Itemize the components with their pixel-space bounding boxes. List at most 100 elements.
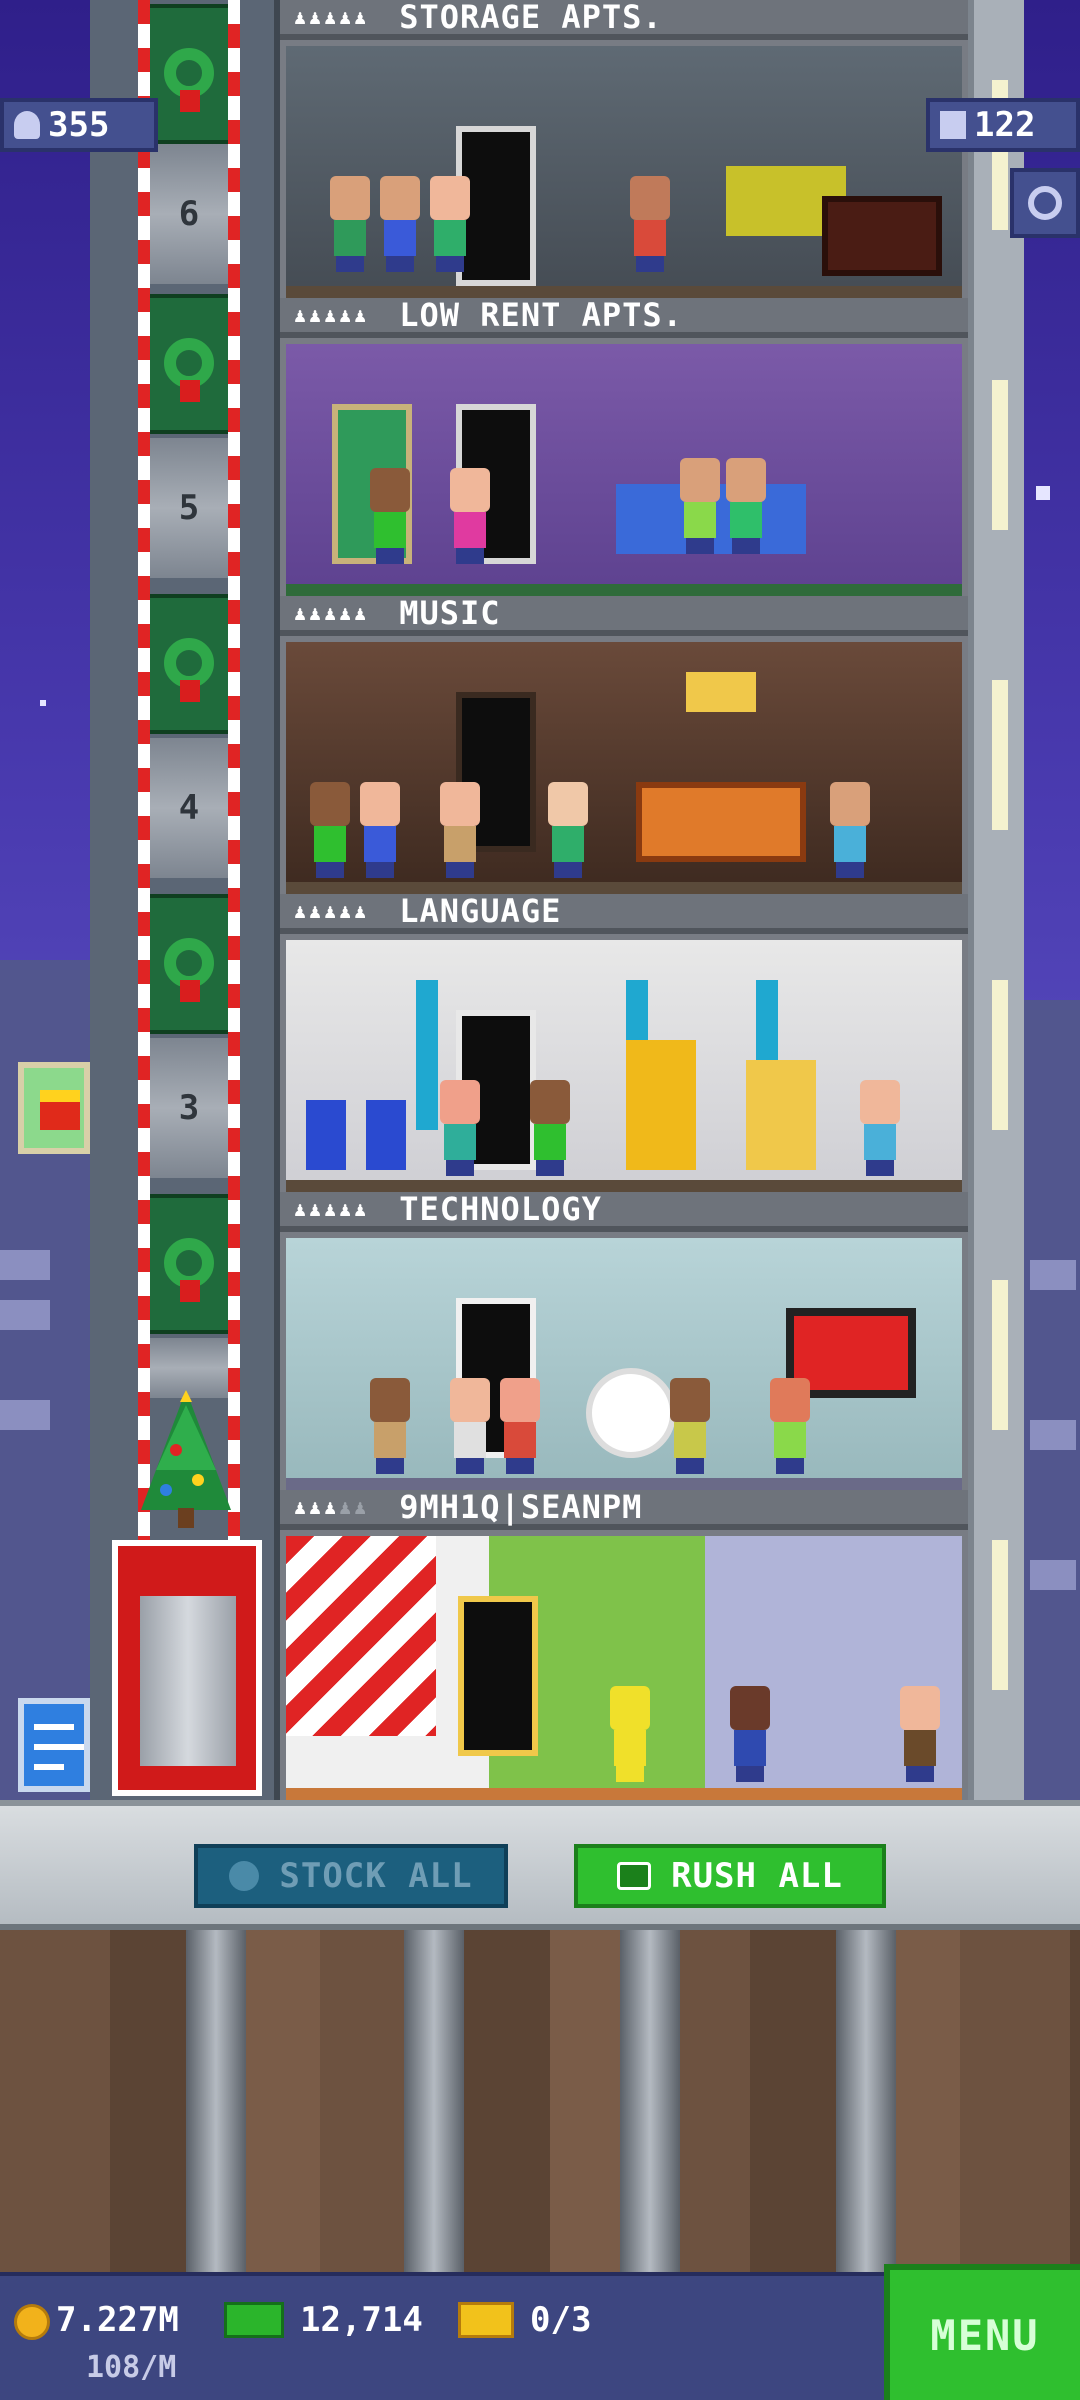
bitizen[interactable] bbox=[446, 468, 494, 564]
floor-room bbox=[286, 46, 962, 292]
rush-all-button[interactable]: RUSH ALL bbox=[574, 1844, 886, 1908]
floor-custom-9mh1q[interactable]: ♟♟♟♟♟ 9MH1Q|SEANPM bbox=[280, 1488, 968, 1800]
bitizen[interactable] bbox=[306, 782, 354, 878]
tower-pillar-right bbox=[968, 0, 1024, 1800]
bux-icon bbox=[617, 1862, 652, 1890]
pillar-light bbox=[992, 1280, 1008, 1430]
elevator-floor-label: 6 bbox=[150, 144, 228, 284]
candy-cane-cable-left bbox=[138, 0, 150, 1580]
wreath-icon bbox=[146, 894, 232, 1034]
city-building-right bbox=[1024, 1000, 1080, 1800]
population-value: 355 bbox=[48, 105, 110, 145]
foundation-pipe bbox=[620, 1930, 680, 2272]
bitizen[interactable] bbox=[366, 1378, 414, 1474]
person-icon bbox=[14, 111, 40, 139]
floor-ground bbox=[286, 882, 962, 894]
bitizen[interactable] bbox=[626, 176, 674, 272]
floor-stars: ♟♟♟♟♟ bbox=[294, 5, 370, 29]
floor-technology[interactable]: ♟♟♟♟♟ TECHNOLOGY bbox=[280, 1190, 968, 1490]
floor-ground bbox=[286, 1788, 962, 1800]
floor-header: ♟♟♟♟♟ 9MH1Q|SEANPM bbox=[280, 1488, 968, 1530]
bitizen[interactable] bbox=[376, 176, 424, 272]
floors-value: 122 bbox=[974, 105, 1036, 145]
document-billboard[interactable] bbox=[18, 1698, 90, 1792]
candy-cane-cable-right bbox=[228, 0, 240, 1580]
city-window bbox=[1030, 1560, 1076, 1590]
floors-counter[interactable]: 122 bbox=[926, 98, 1080, 152]
floor-stars: ♟♟♟♟♟ bbox=[294, 1495, 370, 1519]
wreath-icon bbox=[146, 1194, 232, 1334]
action-bar: STOCK ALL RUSH ALL bbox=[0, 1800, 1080, 1930]
bitizen[interactable] bbox=[726, 1686, 774, 1782]
wreath-icon bbox=[146, 594, 232, 734]
wreath-icon bbox=[146, 4, 232, 144]
vase bbox=[306, 1100, 346, 1170]
bitizen[interactable] bbox=[766, 1378, 814, 1474]
floor-low-rent-apts[interactable]: ♟♟♟♟♟ LOW RENT APTS. bbox=[280, 296, 968, 596]
bitizen[interactable] bbox=[356, 782, 404, 878]
floor-name: LANGUAGE bbox=[399, 892, 562, 930]
menu-button[interactable]: MENU bbox=[884, 2264, 1080, 2400]
stock-all-button[interactable]: STOCK ALL bbox=[194, 1844, 508, 1908]
floor-ground bbox=[286, 584, 962, 596]
coin-icon bbox=[14, 2304, 50, 2340]
floor-room bbox=[286, 1536, 962, 1794]
lobby-elevator[interactable] bbox=[112, 1540, 262, 1796]
bux-icon bbox=[224, 2302, 284, 2338]
city-window bbox=[0, 1250, 50, 1280]
floor-header: ♟♟♟♟♟ TECHNOLOGY bbox=[280, 1190, 968, 1232]
underground-dirt bbox=[0, 1930, 1080, 2272]
floor-room bbox=[286, 344, 962, 590]
bitizen[interactable] bbox=[544, 782, 592, 878]
floor-header: ♟♟♟♟♟ LOW RENT APTS. bbox=[280, 296, 968, 338]
bitizen[interactable] bbox=[526, 1080, 574, 1176]
bitizen[interactable] bbox=[896, 1686, 944, 1782]
bitizen[interactable] bbox=[426, 176, 474, 272]
floor-language[interactable]: ♟♟♟♟♟ LANGUAGE bbox=[280, 892, 968, 1192]
floor-storage-apts[interactable]: ♟♟♟♟♟ STORAGE APTS. bbox=[280, 0, 968, 298]
population-counter[interactable]: 355 bbox=[0, 98, 158, 152]
bitizen[interactable] bbox=[446, 1378, 494, 1474]
bitizen[interactable] bbox=[436, 782, 484, 878]
floor-stars: ♟♟♟♟♟ bbox=[294, 899, 370, 923]
floor-room bbox=[286, 940, 962, 1186]
floor-room bbox=[286, 1238, 962, 1484]
elevator-doors[interactable] bbox=[140, 1596, 236, 1766]
bitizen[interactable] bbox=[676, 458, 724, 554]
pillar-light bbox=[992, 680, 1008, 830]
bitizen[interactable] bbox=[366, 468, 414, 564]
bux-value: 12,714 bbox=[300, 2300, 423, 2340]
bitizen[interactable] bbox=[666, 1378, 714, 1474]
pillar bbox=[416, 980, 438, 1130]
pillar-light bbox=[992, 1540, 1008, 1690]
bitizen[interactable] bbox=[326, 176, 374, 272]
door bbox=[458, 1596, 538, 1756]
tv bbox=[822, 196, 942, 276]
magnifier-icon bbox=[1028, 186, 1062, 220]
bitizen[interactable] bbox=[826, 782, 874, 878]
floor-name: 9MH1Q|SEANPM bbox=[399, 1488, 643, 1526]
floor-header: ♟♟♟♟♟ LANGUAGE bbox=[280, 892, 968, 934]
mirror bbox=[746, 1060, 816, 1170]
foundation-pipe bbox=[836, 1930, 896, 2272]
bitizen[interactable] bbox=[722, 458, 770, 554]
floor-room bbox=[286, 642, 962, 888]
floor-music[interactable]: ♟♟♟♟♟ MUSIC bbox=[280, 594, 968, 894]
chandelier bbox=[686, 672, 756, 712]
bitizen[interactable] bbox=[606, 1686, 654, 1782]
fries-billboard[interactable] bbox=[18, 1062, 90, 1154]
clock-icon bbox=[229, 1861, 260, 1891]
search-button[interactable] bbox=[1010, 168, 1080, 238]
pillar-light bbox=[992, 980, 1008, 1130]
city-window bbox=[1030, 1420, 1076, 1450]
foundation-pipe bbox=[186, 1930, 246, 2272]
vase bbox=[366, 1100, 406, 1170]
bitizen[interactable] bbox=[856, 1080, 904, 1176]
bed bbox=[636, 782, 806, 862]
floor-name: MUSIC bbox=[399, 594, 501, 632]
elevator-floor-label: 5 bbox=[150, 438, 228, 578]
floor-stars: ♟♟♟♟♟ bbox=[294, 1197, 370, 1221]
bitizen[interactable] bbox=[496, 1378, 544, 1474]
bitizen[interactable] bbox=[436, 1080, 484, 1176]
fries-icon bbox=[40, 1090, 80, 1130]
